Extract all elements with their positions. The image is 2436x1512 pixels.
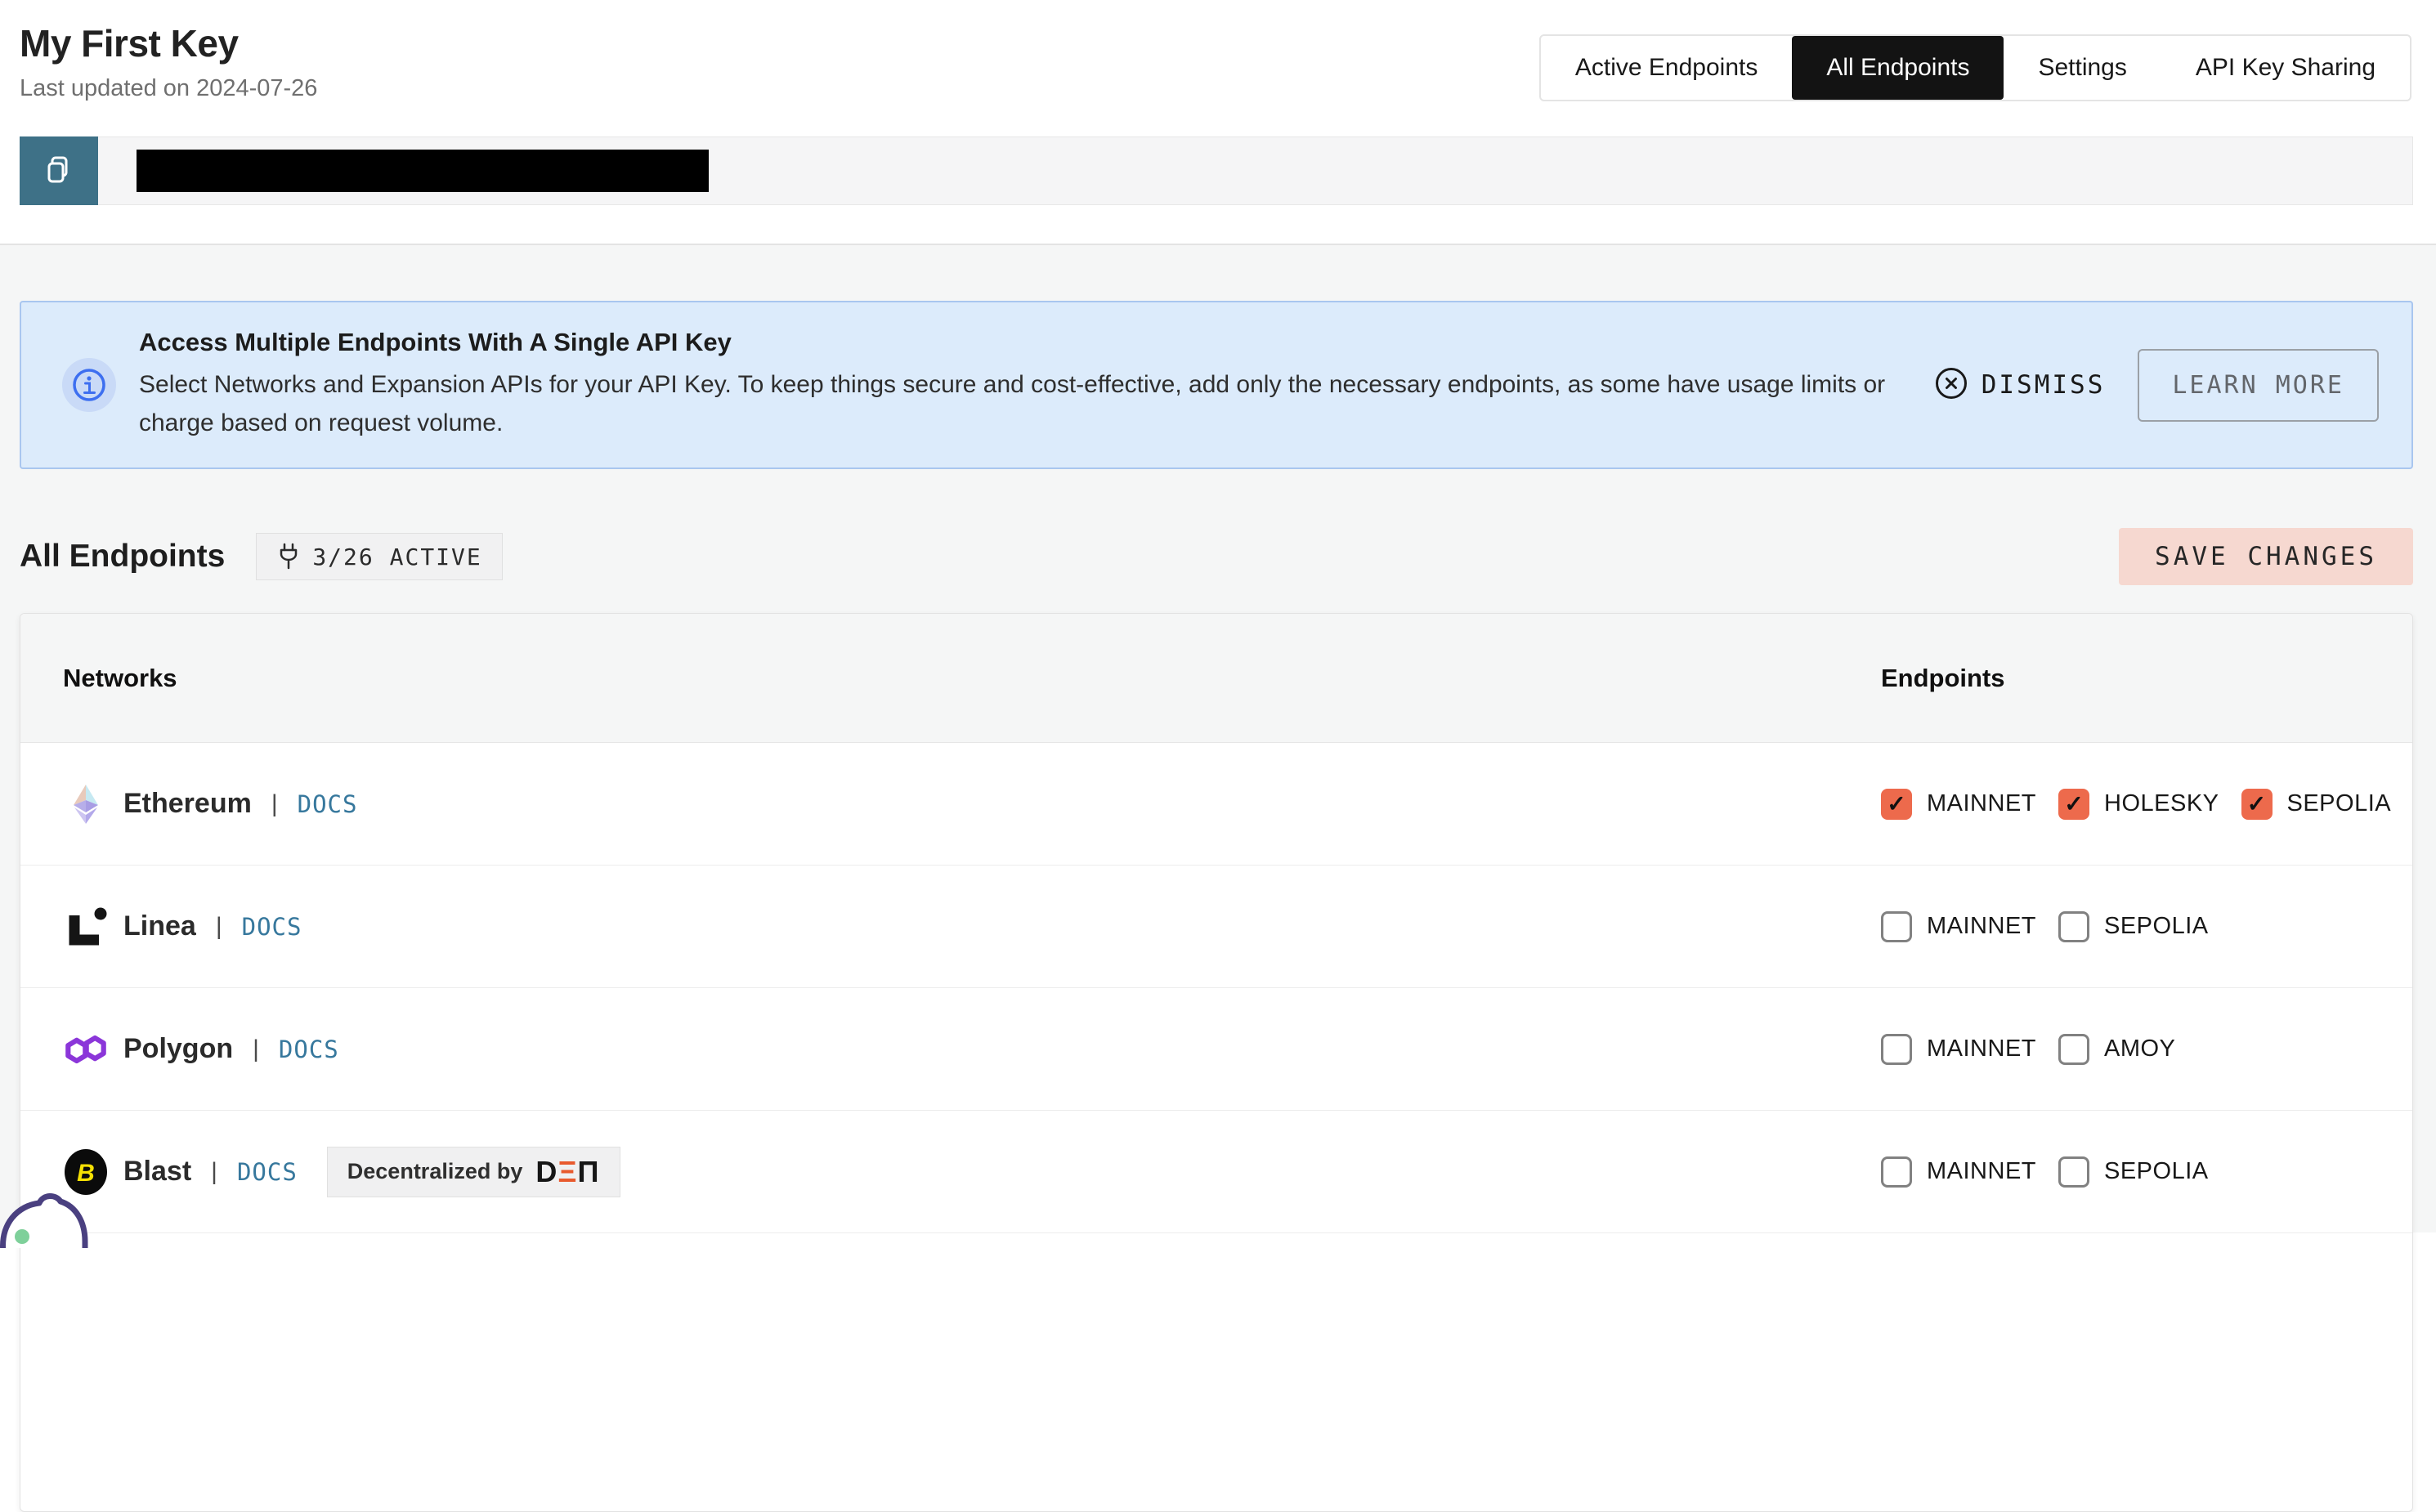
- separator: |: [211, 1158, 217, 1186]
- banner-body: Select Networks and Expansion APIs for y…: [139, 365, 1929, 442]
- copy-icon: [43, 153, 75, 188]
- active-badge-label: 3/26 ACTIVE: [312, 544, 481, 570]
- dismiss-label: DISMISS: [1981, 370, 2106, 400]
- network-name: Ethereum: [123, 788, 252, 820]
- dismiss-button[interactable]: DISMISS: [1934, 366, 2106, 405]
- din-badge-text: Decentralized by: [347, 1159, 523, 1184]
- unchecked-checkbox[interactable]: [1881, 1034, 1912, 1065]
- section-heading: All Endpoints: [20, 539, 225, 575]
- api-key-bar: [20, 136, 2413, 205]
- tab-active-endpoints[interactable]: Active Endpoints: [1541, 36, 1792, 100]
- save-changes-button[interactable]: SAVE CHANGES: [2119, 528, 2413, 585]
- content-area: Access Multiple Endpoints With A Single …: [0, 245, 2436, 1232]
- column-header-endpoints: Endpoints: [1881, 664, 2005, 693]
- ethereum-icon: [63, 781, 109, 827]
- endpoint-label: MAINNET: [1927, 913, 2036, 940]
- dismiss-circle-x-icon: [1934, 366, 1968, 405]
- docs-link[interactable]: DOCS: [237, 1158, 298, 1186]
- docs-link[interactable]: DOCS: [279, 1036, 339, 1063]
- endpoints-table: Networks Endpoints Ethereum | DOCS MAINN…: [20, 613, 2413, 1512]
- docs-link[interactable]: DOCS: [298, 790, 358, 818]
- separator: |: [271, 790, 278, 818]
- endpoint-checkbox-group[interactable]: MAINNET: [1881, 1156, 2036, 1188]
- unchecked-checkbox[interactable]: [1881, 1156, 1912, 1188]
- active-endpoints-badge: 3/26 ACTIVE: [256, 533, 502, 580]
- endpoint-label: HOLESKY: [2104, 790, 2219, 817]
- table-row: Ethereum | DOCS MAINNET HOLESKY SEPOLIA: [20, 743, 2412, 866]
- tab-api-key-sharing[interactable]: API Key Sharing: [2161, 36, 2410, 100]
- endpoint-checkbox-group[interactable]: SEPOLIA: [2058, 911, 2209, 942]
- banner-title: Access Multiple Endpoints With A Single …: [139, 328, 1929, 357]
- separator: |: [253, 1036, 259, 1063]
- page-title: My First Key: [20, 21, 239, 65]
- network-name: Polygon: [123, 1033, 233, 1065]
- endpoint-label: SEPOLIA: [2287, 790, 2392, 817]
- learn-more-button[interactable]: LEARN MORE: [2138, 349, 2379, 422]
- plug-icon: [276, 543, 301, 570]
- network-name: Blast: [123, 1156, 191, 1188]
- endpoint-checkbox-group[interactable]: MAINNET: [1881, 789, 2036, 820]
- checked-checkbox[interactable]: [1881, 789, 1912, 820]
- blast-icon: B: [63, 1149, 109, 1195]
- endpoint-checkbox-group[interactable]: SEPOLIA: [2241, 789, 2392, 820]
- unchecked-checkbox[interactable]: [1881, 911, 1912, 942]
- support-chat-widget[interactable]: [0, 1189, 88, 1252]
- tab-settings[interactable]: Settings: [2004, 36, 2161, 100]
- table-header-row: Networks Endpoints: [20, 614, 2412, 743]
- endpoint-label: AMOY: [2104, 1036, 2175, 1062]
- last-updated-text: Last updated on 2024-07-26: [20, 75, 317, 102]
- separator: |: [216, 913, 222, 941]
- endpoint-checkbox-group[interactable]: HOLESKY: [2058, 789, 2219, 820]
- docs-link[interactable]: DOCS: [242, 913, 302, 941]
- endpoint-checkbox-group[interactable]: AMOY: [2058, 1034, 2175, 1065]
- network-name: Linea: [123, 910, 196, 942]
- svg-text:B: B: [77, 1160, 95, 1187]
- endpoint-label: MAINNET: [1927, 790, 2036, 817]
- endpoint-checkbox-group[interactable]: MAINNET: [1881, 1034, 2036, 1065]
- endpoint-label: SEPOLIA: [2104, 1158, 2209, 1185]
- unchecked-checkbox[interactable]: [2058, 1156, 2089, 1188]
- checked-checkbox[interactable]: [2241, 789, 2273, 820]
- endpoint-checkbox-group[interactable]: SEPOLIA: [2058, 1156, 2209, 1188]
- unchecked-checkbox[interactable]: [2058, 911, 2089, 942]
- page-header: My First Key Last updated on 2024-07-26 …: [0, 0, 2436, 244]
- copy-api-key-button[interactable]: [20, 136, 98, 205]
- din-logo: DΞΠ: [535, 1157, 599, 1187]
- tab-bar: Active EndpointsAll EndpointsSettingsAPI…: [1539, 34, 2411, 101]
- api-key-redacted-value: [137, 150, 709, 192]
- tab-all-endpoints[interactable]: All Endpoints: [1792, 36, 2004, 100]
- linea-icon: [63, 904, 109, 950]
- unchecked-checkbox[interactable]: [2058, 1034, 2089, 1065]
- table-row: B Blast | DOCS Decentralized by DΞΠ MAIN…: [20, 1111, 2412, 1233]
- info-banner: Access Multiple Endpoints With A Single …: [20, 301, 2413, 469]
- table-row: Polygon | DOCS MAINNET AMOY: [20, 988, 2412, 1111]
- endpoint-label: MAINNET: [1927, 1036, 2036, 1062]
- column-header-networks: Networks: [63, 664, 177, 693]
- endpoint-label: MAINNET: [1927, 1158, 2036, 1185]
- endpoint-label: SEPOLIA: [2104, 913, 2209, 940]
- table-row: Linea | DOCS MAINNET SEPOLIA: [20, 866, 2412, 988]
- info-icon: [62, 358, 116, 412]
- polygon-icon: [63, 1027, 109, 1072]
- checked-checkbox[interactable]: [2058, 789, 2089, 820]
- decentralized-by-din-badge: Decentralized by DΞΠ: [327, 1147, 620, 1197]
- endpoint-checkbox-group[interactable]: MAINNET: [1881, 911, 2036, 942]
